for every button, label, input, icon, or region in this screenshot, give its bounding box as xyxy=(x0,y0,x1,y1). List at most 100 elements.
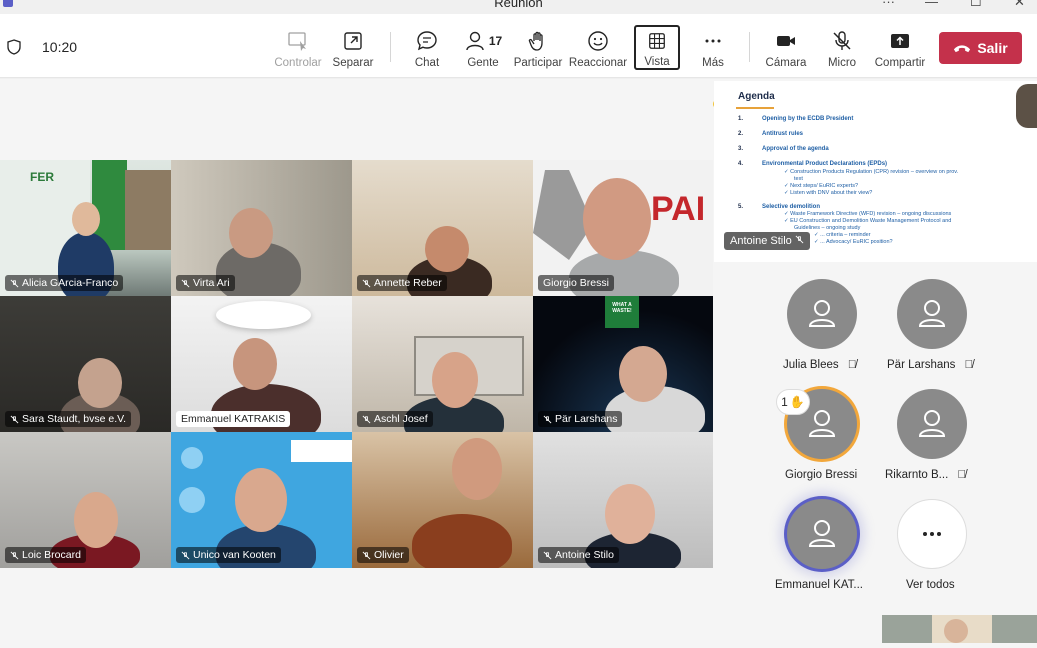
video-tile[interactable]: Loic Brocard xyxy=(0,432,171,568)
shield-icon xyxy=(7,39,21,55)
close-button[interactable]: ✕ xyxy=(1014,0,1025,10)
video-tile[interactable]: PAI Giorgio Bressi xyxy=(533,160,713,296)
participant-name: Virta Ari xyxy=(193,277,230,289)
raise-hand-icon: ✋ xyxy=(789,395,805,409)
micro-button[interactable]: Micro xyxy=(822,14,862,78)
agenda-subitem: ✓ ... Advocacy/ EuRIC position? xyxy=(814,239,893,245)
roster-name: Julia Blees 🎙̸ xyxy=(783,359,857,371)
title-bar: Reunión ··· — ☐ ✕ xyxy=(0,0,1037,14)
mic-off-icon xyxy=(543,551,552,559)
presenter-name: Antoine Stilo xyxy=(730,235,792,247)
agenda-subitem: ✓ Construction Products Regulation (CPR)… xyxy=(784,169,959,175)
chat-label: Chat xyxy=(414,57,440,69)
more-icon xyxy=(923,532,941,536)
participant-count: 17 xyxy=(488,34,503,48)
tile-name-tag: Loic Brocard xyxy=(5,547,86,563)
tile-name-tag: Unico van Kooten xyxy=(176,547,281,563)
agenda-subitem: Guidelines – ongoing study xyxy=(794,225,861,231)
reaccionar-label: Reaccionar xyxy=(568,57,628,69)
person-icon xyxy=(808,410,836,437)
video-tile[interactable]: Annette Reber xyxy=(352,160,533,296)
mas-button[interactable]: Más xyxy=(694,14,732,78)
camara-button[interactable]: Cámara xyxy=(764,14,808,78)
window-more-button[interactable]: ··· xyxy=(882,0,895,9)
vista-button[interactable]: Vista xyxy=(634,25,680,70)
video-tile[interactable]: Emmanuel KATRAKIS xyxy=(171,296,352,432)
tile-name-tag: Virta Ari xyxy=(176,275,235,291)
toolbar-divider xyxy=(390,32,391,62)
mic-off-icon xyxy=(181,279,190,287)
mic-off-icon xyxy=(833,31,851,50)
separar-label: Separar xyxy=(332,57,374,69)
participant-name: Olivier xyxy=(374,549,404,561)
agenda-subitem: text xyxy=(794,176,803,182)
avatar[interactable] xyxy=(787,499,857,569)
view-all-button[interactable] xyxy=(897,499,967,569)
slide-title: Agenda xyxy=(738,91,775,102)
agenda-subitem: ✓ Next steps/ EuRIC experts? xyxy=(784,183,858,189)
video-tile[interactable]: Sara Staudt, bvse e.V. xyxy=(0,296,171,432)
controlar-label: Controlar xyxy=(274,57,322,69)
participant-name: Loic Brocard xyxy=(22,549,81,561)
leave-button[interactable]: Salir xyxy=(939,32,1022,64)
self-view[interactable] xyxy=(882,615,1037,643)
participant-thumbnail[interactable] xyxy=(1016,84,1037,128)
mic-off-icon xyxy=(362,279,371,287)
tile-name-tag: Emmanuel KATRAKIS xyxy=(176,411,291,427)
control-icon xyxy=(288,32,306,51)
avatar[interactable] xyxy=(897,389,967,459)
compartir-button[interactable]: Compartir xyxy=(872,14,928,78)
tile-name-tag: Annette Reber xyxy=(357,275,447,291)
controlar-button[interactable]: Controlar xyxy=(272,14,324,78)
participant-name: Annette Reber xyxy=(374,277,442,289)
compartir-label: Compartir xyxy=(874,57,926,69)
person-icon xyxy=(918,410,946,437)
emoji-icon xyxy=(588,31,608,51)
toolbar-divider xyxy=(749,32,750,62)
video-tile[interactable]: FER Alicia GArcia-Franco xyxy=(0,160,171,296)
video-tile[interactable]: WHAT A WASTE! Pär Larshans xyxy=(533,296,713,432)
maximize-button[interactable]: ☐ xyxy=(970,0,982,10)
mic-off-icon xyxy=(10,551,19,559)
slide-underline xyxy=(736,107,774,109)
video-tile[interactable]: Olivier xyxy=(352,432,533,568)
avatar[interactable] xyxy=(897,279,967,349)
minimize-button[interactable]: — xyxy=(925,0,938,9)
chat-icon xyxy=(417,31,437,51)
agenda-item: 1. Opening by the ECDB President xyxy=(738,116,854,122)
mic-off-icon: 🎙̸ xyxy=(847,359,857,371)
participant-name: Antoine Stilo xyxy=(555,549,614,561)
tile-name-tag: Pär Larshans xyxy=(538,411,623,427)
avatar[interactable] xyxy=(787,279,857,349)
video-tile[interactable]: Unico van Kooten xyxy=(171,432,352,568)
mic-off-icon: 🎙̸ xyxy=(964,359,974,371)
shared-screen[interactable]: Agenda 1. Opening by the ECDB President 2… xyxy=(714,81,1037,262)
gente-button[interactable]: 17 Gente xyxy=(460,14,506,78)
participant-name: Emmanuel KATRAKIS xyxy=(181,413,286,425)
meeting-toolbar: 10:20 Controlar Separar Chat 17 Gente Pa… xyxy=(0,14,1037,78)
agenda-item: 4. Environmental Product Declarations (EP… xyxy=(738,161,888,167)
separar-button[interactable]: Separar xyxy=(330,14,376,78)
mic-off-icon xyxy=(543,415,552,423)
raise-hand-icon xyxy=(528,31,543,51)
agenda-subitem: ✓ ... criteria – reminder xyxy=(814,232,871,238)
mic-off-icon: 🎙̸ xyxy=(957,469,967,481)
video-tile[interactable]: Antoine Stilo xyxy=(533,432,713,568)
reaccionar-button[interactable]: Reaccionar xyxy=(568,14,628,78)
mic-off-icon xyxy=(181,551,190,559)
hang-up-icon xyxy=(954,44,971,52)
participar-button[interactable]: Participar xyxy=(514,14,562,78)
chat-button[interactable]: Chat xyxy=(408,14,446,78)
mic-off-icon xyxy=(10,415,19,423)
person-icon xyxy=(808,300,836,327)
person-icon xyxy=(918,300,946,327)
presenter-tag: Antoine Stilo xyxy=(724,232,810,250)
person-icon xyxy=(808,520,836,547)
participant-name: Aschl Josef xyxy=(374,413,428,425)
agenda-item: 3. Approval of the agenda xyxy=(738,146,829,152)
video-tile[interactable]: Virta Ari xyxy=(171,160,352,296)
agenda-subitem: ✓ Listen with DNV about their view? xyxy=(784,190,873,196)
raised-hand-badge: 1 ✋ xyxy=(776,389,810,415)
agenda-item: 2. Antitrust rules xyxy=(738,131,804,137)
video-tile[interactable]: Aschl Josef xyxy=(352,296,533,432)
